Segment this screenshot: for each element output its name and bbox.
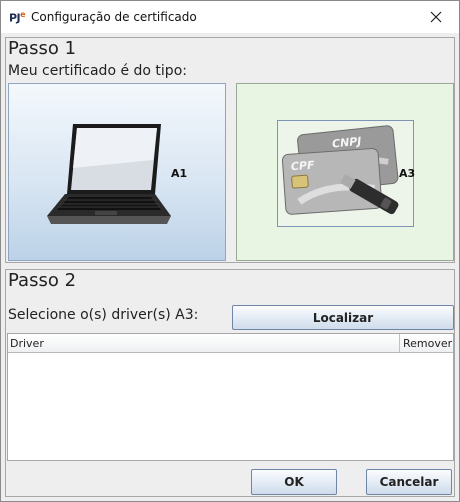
step1-panel: Passo 1 Meu certificado é do tipo: A1 CN… (5, 37, 455, 263)
close-icon (430, 11, 442, 23)
column-header-driver[interactable]: Driver (8, 334, 400, 353)
smartcard-token-icon: CNPJ CPF (281, 125, 399, 215)
step2-panel: Passo 2 Selecione o(s) driver(s) A3: Loc… (5, 269, 455, 497)
certificate-option-a3[interactable]: CNPJ CPF A3 (236, 83, 454, 261)
laptop-icon (47, 124, 171, 224)
step2-title: Passo 2 (8, 270, 77, 291)
driver-prompt-label: Selecione o(s) driver(s) A3: (8, 307, 199, 323)
pje-logo-icon: PJe (9, 10, 26, 25)
driver-table-header: Driver Remover (8, 334, 453, 353)
driver-table: Driver Remover (7, 333, 454, 461)
card-label-cpf: CPF (290, 159, 315, 174)
ok-button[interactable]: OK (251, 469, 337, 495)
a3-image-frame: CNPJ CPF (277, 120, 414, 227)
locate-driver-button[interactable]: Localizar (232, 305, 454, 330)
dialog-window: PJe Configuração de certificado Passo 1 … (0, 0, 460, 502)
title-bar: PJe Configuração de certificado (1, 1, 459, 33)
option-a1-label: A1 (171, 167, 188, 180)
step1-title: Passo 1 (8, 38, 77, 59)
step1-subtitle: Meu certificado é do tipo: (8, 63, 187, 79)
cancel-button[interactable]: Cancelar (366, 469, 452, 495)
certificate-option-a1[interactable]: A1 (8, 83, 226, 261)
close-button[interactable] (413, 1, 459, 33)
window-title: Configuração de certificado (31, 10, 197, 24)
option-a3-label: A3 (399, 167, 416, 180)
column-header-remover[interactable]: Remover (401, 334, 453, 353)
